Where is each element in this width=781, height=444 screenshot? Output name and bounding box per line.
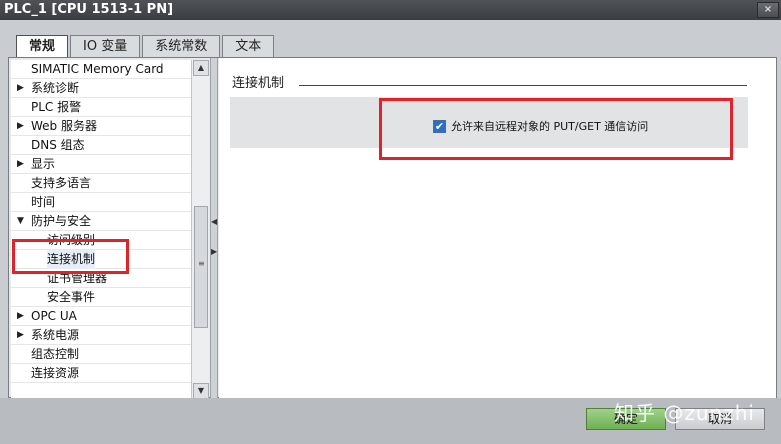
expand-arrow-icon[interactable]: ▶ [17, 117, 24, 136]
tree-item-security-events[interactable]: 安全事件 [11, 288, 191, 307]
tab-io-tags[interactable]: IO 变量 [70, 35, 141, 57]
tree-item-memory-card[interactable]: SIMATIC Memory Card [11, 60, 191, 79]
tab-system-constants[interactable]: 系统常数 [142, 35, 221, 57]
tree-item-web-server[interactable]: ▶ Web 服务器 [11, 117, 191, 136]
collapse-left-icon[interactable]: ◀ [211, 215, 217, 229]
grip-icon: ≡ [198, 259, 205, 268]
pane-splitter[interactable]: ◀ ▶ [210, 58, 218, 399]
window-titlebar: PLC_1 [CPU 1513-1 PN] × [0, 0, 781, 20]
tree-item-display[interactable]: ▶ 显示 [11, 155, 191, 174]
highlight-box-checkbox [379, 98, 733, 160]
collapse-right-icon[interactable]: ▶ [211, 245, 217, 259]
tree-item-time[interactable]: 时间 [11, 193, 191, 212]
tree-item-system-power[interactable]: ▶ 系统电源 [11, 326, 191, 345]
expand-arrow-icon[interactable]: ▶ [17, 326, 24, 345]
tree-scrollbar[interactable]: ▲ ≡ ▼ [191, 60, 209, 399]
expand-arrow-icon[interactable]: ▶ [17, 79, 24, 98]
tree-item-plc-alarms[interactable]: PLC 报警 [11, 98, 191, 117]
collapse-arrow-icon[interactable]: ▼ [17, 212, 24, 231]
properties-dialog: 常规 IO 变量 系统常数 文本 SIMATIC Memory Card ▶ 系统… [0, 20, 781, 444]
scroll-down-icon[interactable]: ▼ [193, 383, 209, 399]
section-title: 连接机制 [232, 76, 285, 91]
expand-arrow-icon[interactable]: ▶ [17, 155, 24, 174]
tree-item-multilanguage[interactable]: 支持多语言 [11, 174, 191, 193]
tree-item-opc-ua[interactable]: ▶ OPC UA [11, 307, 191, 326]
navigation-tree: SIMATIC Memory Card ▶ 系统诊断 PLC 报警 ▶ Web 服务… [11, 60, 191, 401]
scroll-up-icon[interactable]: ▲ [193, 60, 209, 76]
tab-texts[interactable]: 文本 [222, 35, 275, 57]
highlight-box-tree [12, 239, 129, 274]
tree-item-system-diagnostics[interactable]: ▶ 系统诊断 [11, 79, 191, 98]
section-divider [299, 85, 747, 86]
close-icon[interactable]: × [757, 2, 779, 18]
tree-item-dns-config[interactable]: DNS 组态 [11, 136, 191, 155]
tab-bar: 常规 IO 变量 系统常数 文本 [16, 35, 276, 58]
tree-item-connection-resources[interactable]: 连接资源 [11, 364, 191, 383]
tab-general[interactable]: 常规 [16, 35, 69, 58]
window-title: PLC_1 [CPU 1513-1 PN] [4, 2, 174, 17]
scroll-thumb[interactable]: ≡ [194, 206, 208, 328]
expand-arrow-icon[interactable]: ▶ [17, 307, 24, 326]
watermark: 知乎 @zunzhi [614, 401, 755, 425]
tree-item-protection-security[interactable]: ▼ 防护与安全 [11, 212, 191, 231]
tree-item-config-control[interactable]: 组态控制 [11, 345, 191, 364]
